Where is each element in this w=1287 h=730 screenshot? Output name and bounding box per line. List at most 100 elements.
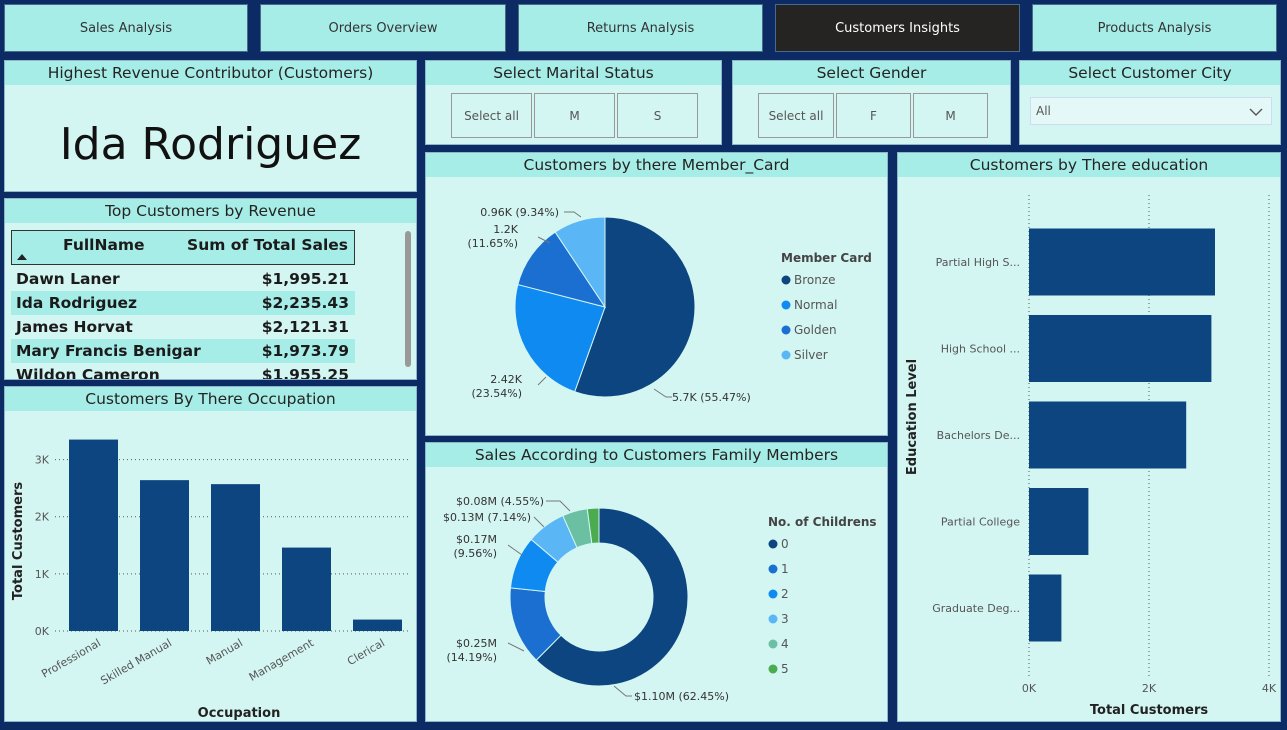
city-dropdown-value: All [1036, 104, 1051, 118]
x-tick-label: Professional [39, 636, 103, 680]
table-row[interactable]: James Horvat $2,121.31 [11, 315, 355, 339]
x-tick-label: 4K [1262, 682, 1277, 695]
legend-marker [768, 539, 778, 549]
bar [69, 439, 118, 631]
y-tick-label: Bachelors De... [937, 429, 1020, 442]
tab-label: Orders Overview [328, 20, 438, 36]
bar [353, 619, 402, 631]
y-tick-label: High School ... [941, 343, 1020, 356]
gender-slicer: Select Gender Select all F M [732, 60, 1011, 145]
legend-label: 0 [781, 537, 789, 551]
row-sales: $1,973.79 [261, 342, 349, 360]
tab-label: Returns Analysis [586, 20, 695, 36]
row-name: Dawn Laner [16, 270, 120, 288]
education-bar-chart: 0K 2K 4K Partial High S... High School ... Ba… [905, 195, 1277, 718]
legend-marker [768, 589, 778, 599]
row-sales: $2,235.43 [261, 294, 349, 312]
card-title: Highest Revenue Contributor (Customers) [5, 61, 416, 85]
column-header-fullname[interactable]: FullName [63, 236, 145, 254]
table-row[interactable]: Dawn Laner $1,995.21 [11, 267, 355, 291]
table-scrollbar[interactable] [405, 231, 411, 367]
city-dropdown[interactable]: All [1030, 97, 1272, 125]
table-row[interactable]: Ida Rodriguez $2,235.43 [11, 291, 355, 315]
chart-title: Customers by There education [898, 153, 1280, 177]
legend-marker [768, 614, 778, 624]
tab-returns-analysis[interactable]: Returns Analysis [518, 4, 763, 52]
tab-products-analysis[interactable]: Products Analysis [1032, 4, 1277, 52]
row-sales: $1,955.25 [261, 366, 349, 380]
table-title: Top Customers by Revenue [5, 199, 416, 223]
leader-line [533, 516, 545, 528]
column-header-sales[interactable]: Sum of Total Sales [187, 236, 348, 254]
leader-line [613, 685, 632, 697]
y-tick-label: Partial High S... [936, 256, 1020, 269]
marital-select-all-button[interactable]: Select all [451, 93, 532, 138]
tab-sales-analysis[interactable]: Sales Analysis [4, 4, 248, 52]
marital-s-button[interactable]: S [617, 93, 698, 138]
row-name: Mary Francis Benigar [16, 342, 201, 360]
tab-orders-overview[interactable]: Orders Overview [260, 4, 506, 52]
table-row[interactable]: Mary Francis Benigar $1,973.79 [11, 339, 355, 363]
legend-label: Silver [794, 348, 828, 362]
gender-m-button[interactable]: M [913, 93, 988, 138]
data-label: 1.2K (11.65%) [467, 223, 518, 250]
legend-title: Member Card [781, 251, 872, 265]
marital-status-slicer: Select Marital Status Select all M S [425, 60, 722, 145]
legend-label: Bronze [794, 273, 836, 287]
data-label: 5.7K (55.47%) [672, 391, 751, 404]
legend-label: 4 [781, 637, 789, 651]
x-tick-label: Clerical [345, 636, 387, 668]
x-tick-label: Management [247, 636, 317, 684]
legend-title: No. of Childrens [768, 515, 877, 529]
occupation-bar-chart: 0K 1K 2K 3K ProfessionalSkilled Manual Manual… [11, 439, 410, 721]
gender-f-button[interactable]: F [836, 93, 911, 138]
table-row[interactable]: Wildon Cameron $1,955.25 [11, 363, 355, 380]
bar [282, 547, 331, 631]
y-tick-label: 0K [35, 625, 50, 638]
chart-title: Sales According to Customers Family Memb… [426, 443, 887, 467]
legend-marker [768, 664, 778, 674]
y-tick-label: Graduate Deg... [932, 602, 1020, 615]
tab-customers-insights[interactable]: Customers Insights [775, 4, 1020, 52]
data-label: $0.08M (4.55%) [456, 495, 544, 508]
y-tick-label: Partial College [941, 516, 1020, 529]
bar [1029, 228, 1215, 296]
y-tick-label: 2K [35, 511, 50, 524]
y-axis-title: Education Level [905, 359, 920, 475]
marital-m-button[interactable]: M [534, 93, 615, 138]
legend-label: 2 [781, 587, 789, 601]
legend-label: 3 [781, 612, 789, 626]
chart-title: Customers by there Member_Card [426, 153, 887, 177]
family-members-donut-chart: $1.10M (62.45%) $0.25M (14.19%) $0.17M (9.56… [443, 495, 877, 703]
leader-line [507, 642, 525, 652]
legend-label: 1 [781, 562, 789, 576]
gender-select-all-button[interactable]: Select all [758, 93, 834, 138]
top-contributor-card: Highest Revenue Contributor (Customers) … [4, 60, 417, 192]
bar [1029, 488, 1089, 555]
table-header: FullName Sum of Total Sales [11, 230, 355, 265]
chart-title: Customers By There Occupation [5, 387, 416, 411]
x-tick-label: 0K [1022, 682, 1037, 695]
tab-label: Sales Analysis [79, 20, 173, 36]
leader-line [537, 376, 547, 386]
data-label: $0.17M (9.56%) [453, 533, 497, 560]
legend-marker [781, 350, 791, 360]
y-axis-title: Total Customers [11, 482, 26, 600]
family-members-chart-panel: Sales According to Customers Family Memb… [425, 442, 888, 722]
data-label: 0.96K (9.34%) [480, 206, 559, 219]
slicer-title: Select Marital Status [426, 61, 721, 85]
leader-line [564, 211, 582, 218]
bar [140, 480, 189, 631]
city-slicer: Select Customer City All [1019, 60, 1281, 145]
data-label: $0.25M (14.19%) [446, 637, 497, 664]
x-tick-label: 2K [1142, 682, 1157, 695]
bar [1029, 315, 1212, 382]
education-chart-panel: Customers by There education 0K 2K 4K Parti… [897, 152, 1281, 722]
tab-label: Products Analysis [1097, 20, 1212, 36]
top-contributor-name: Ida Rodriguez [59, 119, 362, 170]
data-label: $0.13M (7.14%) [443, 511, 531, 524]
tab-label: Customers Insights [835, 20, 960, 36]
legend-label: 5 [781, 662, 789, 676]
top-customers-table-panel: Top Customers by Revenue FullName Sum of… [4, 198, 417, 380]
bar [1029, 574, 1062, 642]
